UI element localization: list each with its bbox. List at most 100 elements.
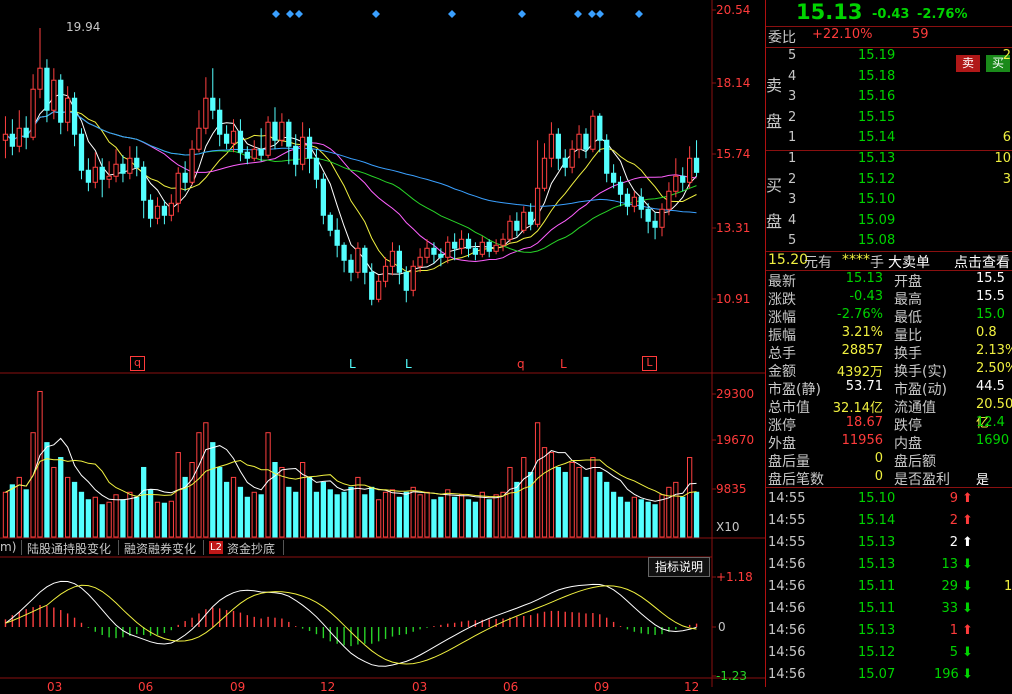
candle-up	[299, 136, 306, 165]
tick-row[interactable]: 14:56 15.11 29 ⬇ 1	[766, 579, 1012, 599]
candle-down	[555, 133, 561, 159]
stat-label: 最新	[768, 274, 796, 290]
volume-bar	[604, 481, 610, 538]
stat-row: 涨跌 -0.43 最高 15.5	[766, 289, 1012, 309]
signal-marker-q[interactable]: q	[517, 357, 525, 371]
candle-down	[396, 250, 403, 273]
stat-value: 32.14亿	[832, 401, 883, 416]
candle-down	[369, 271, 375, 300]
candle-up	[382, 265, 389, 282]
tick-price: 15.14	[858, 513, 896, 528]
ask-level-row[interactable]: 2 15.15	[766, 110, 1012, 130]
candle-up	[521, 211, 527, 231]
stat-label: 是否盈利	[894, 472, 950, 488]
tab-margin-trading[interactable]: 融资融券变化	[124, 540, 196, 557]
volume-bar	[624, 501, 631, 538]
volume-bar	[458, 494, 465, 538]
candle-down	[71, 97, 78, 135]
bid-level-row[interactable]: 5 15.08	[766, 233, 1012, 253]
volume-bar	[134, 496, 140, 538]
ask-level-row[interactable]: 3 15.16	[766, 89, 1012, 109]
tab-hk-connect-holdings[interactable]: 陆股通持股变化	[27, 540, 111, 557]
stat-label: 总市值	[768, 400, 810, 416]
ask-price: 15.15	[858, 109, 896, 125]
diamond-marker-icon	[448, 10, 456, 18]
bid-volume: 3	[1002, 171, 1011, 187]
candle-down	[465, 238, 472, 249]
date-axis-label: 03	[47, 680, 63, 694]
ask-level-row[interactable]: 4 15.18	[766, 69, 1012, 89]
tick-row[interactable]: 14:56 15.11 33 ⬇	[766, 601, 1012, 621]
tick-volume: 29	[941, 579, 958, 594]
ask-level-row[interactable]: 1 15.14 6	[766, 130, 1012, 150]
candle-down	[217, 109, 223, 135]
candle-down	[362, 247, 368, 273]
volume-bar	[92, 496, 98, 538]
big-order-view-link[interactable]: 点击查看	[954, 252, 1010, 272]
bid-level-row[interactable]: 3 15.10	[766, 192, 1012, 212]
signal-marker-l[interactable]: L	[349, 357, 356, 371]
chart-area[interactable]: 20.54 18.14 15.74 13.31 10.91 19.94 q L …	[0, 0, 765, 694]
signal-marker-l[interactable]: L	[560, 357, 567, 371]
stat-row: 涨幅 -2.76% 最低 15.0	[766, 307, 1012, 327]
indicator-explain-button[interactable]: 指标说明	[648, 557, 710, 577]
tab-partial[interactable]: m)	[0, 540, 16, 554]
arrow-down-icon: ⬇	[962, 601, 973, 616]
candle-down	[134, 157, 140, 168]
bid-level-row[interactable]: 1 15.13 10	[766, 151, 1012, 171]
volume-bar	[217, 466, 223, 538]
volume-bar	[652, 504, 658, 538]
volume-bar	[113, 494, 119, 538]
volume-bar	[445, 489, 451, 538]
volume-bar	[189, 462, 195, 538]
tick-row[interactable]: 14:55 15.10 9 ⬆	[766, 491, 1012, 511]
high-price-marker: 19.94	[66, 20, 101, 34]
big-order-row[interactable]: 15.20 元有 **** 手 大卖单 点击查看	[766, 252, 1012, 272]
volume-bar	[376, 499, 382, 538]
ask-level: 4	[788, 68, 797, 84]
volume-bar	[51, 466, 57, 538]
tick-row[interactable]: 14:55 15.13 2 ⬆	[766, 535, 1012, 555]
volume-axis-label: 9835	[716, 482, 747, 496]
candle-up	[279, 121, 285, 141]
volume-bar	[548, 452, 555, 538]
price-change: -0.43	[872, 7, 910, 22]
stat-label: 振幅	[768, 328, 796, 344]
volume-bar	[16, 476, 22, 538]
stat-row: 总市值 32.14亿 流通值 20.50亿	[766, 397, 1012, 431]
signal-marker-q[interactable]: q	[130, 356, 145, 371]
stat-label: 量比	[894, 328, 922, 344]
candle-down	[652, 220, 658, 228]
tick-row[interactable]: 14:56 15.13 1 ⬆	[766, 623, 1012, 643]
volume-bar	[237, 486, 244, 538]
bid-level-row[interactable]: 4 15.09	[766, 213, 1012, 233]
tab-fund-bottom[interactable]: 资金抄底	[227, 540, 275, 557]
weibi-row: 委比 +22.10% 59 卖 买	[766, 27, 1012, 72]
candle-up	[445, 241, 451, 258]
tick-row[interactable]: 14:55 15.14 2 ⬆	[766, 513, 1012, 533]
tick-price: 15.13	[858, 557, 896, 572]
tick-row[interactable]: 14:56 15.12 5 ⬇	[766, 645, 1012, 665]
tick-row[interactable]: 14:56 15.13 13 ⬇	[766, 557, 1012, 577]
tick-row[interactable]: 14:56 15.07 196 ⬇	[766, 667, 1012, 687]
candle-down	[313, 157, 320, 180]
stat-value: 18.67	[845, 415, 883, 430]
volume-bar	[265, 432, 271, 538]
ask-level-row[interactable]: 5 15.19 2	[766, 48, 1012, 68]
stat-value: 15.0	[976, 307, 1005, 322]
volume-bar	[410, 486, 416, 538]
price-axis-label: 20.54	[716, 3, 751, 17]
bid-level-row[interactable]: 2 15.12 3	[766, 172, 1012, 192]
candle-down	[452, 241, 458, 249]
tick-time: 14:55	[768, 513, 806, 528]
volume-bar	[355, 476, 361, 538]
volume-bar	[396, 496, 403, 538]
signal-marker-l[interactable]: L	[642, 356, 657, 371]
arrow-up-icon: ⬆	[962, 513, 973, 528]
signal-marker-l[interactable]: L	[405, 357, 412, 371]
candle-down	[161, 205, 168, 216]
volume-bar	[196, 432, 202, 538]
kline-chart[interactable]	[0, 0, 765, 687]
candle-down	[58, 79, 64, 123]
date-axis-label: 12	[320, 680, 336, 694]
